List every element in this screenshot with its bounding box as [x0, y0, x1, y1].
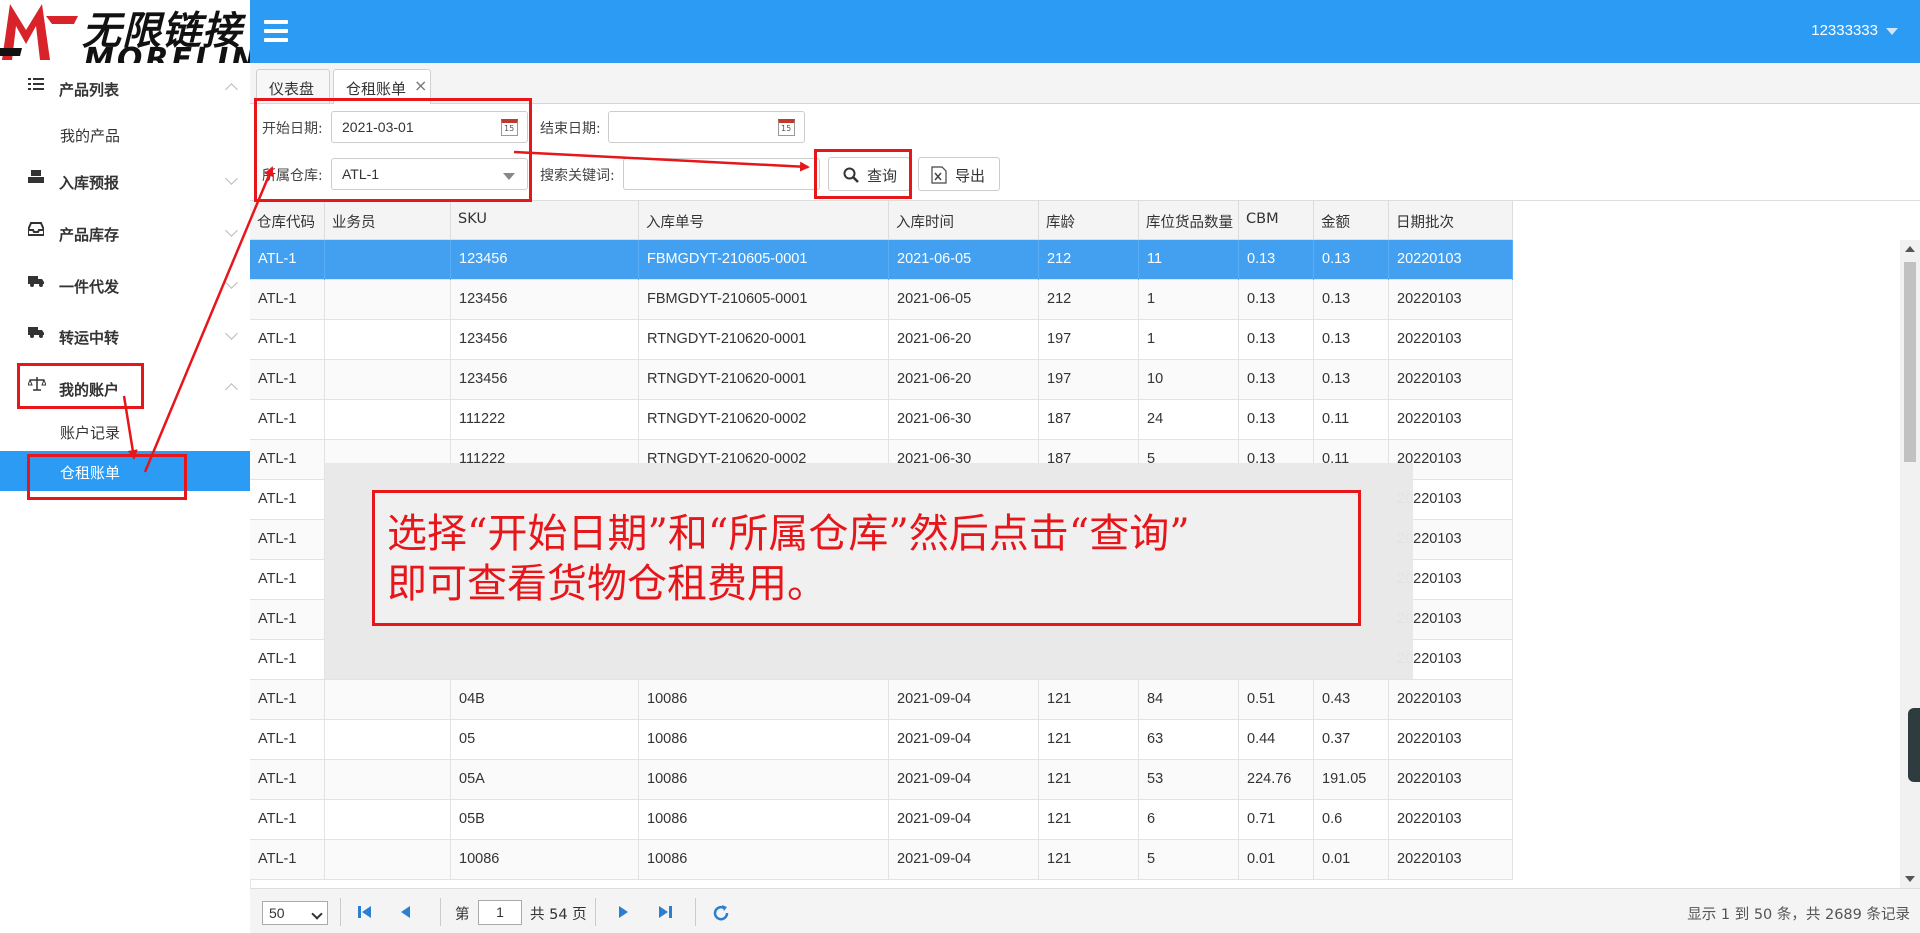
- divider: [695, 898, 696, 926]
- record-info: 显示 1 到 50 条，共 2689 条记录: [1687, 907, 1910, 923]
- divider: [340, 898, 341, 926]
- next-page-icon[interactable]: [615, 904, 631, 920]
- refresh-icon[interactable]: [712, 904, 730, 922]
- annotation-arrows: [122, 150, 810, 473]
- divider: [440, 898, 441, 926]
- last-page-icon[interactable]: [657, 904, 673, 920]
- page-size-value: 50: [269, 905, 285, 921]
- current-page-value: 1: [496, 904, 504, 920]
- current-page-input[interactable]: 1: [478, 900, 522, 925]
- pager-bar: 50 第 1 共 54 页 显示 1 到 50 条，共 2689 条记录: [250, 888, 1920, 933]
- page-size-select[interactable]: 50: [262, 901, 328, 925]
- page-prefix: 第: [455, 907, 470, 923]
- chevron-down-icon: [311, 908, 323, 920]
- page-suffix: 共 54 页: [530, 907, 587, 923]
- first-page-icon[interactable]: [357, 904, 373, 920]
- divider: [595, 898, 596, 926]
- prev-page-icon[interactable]: [398, 904, 414, 920]
